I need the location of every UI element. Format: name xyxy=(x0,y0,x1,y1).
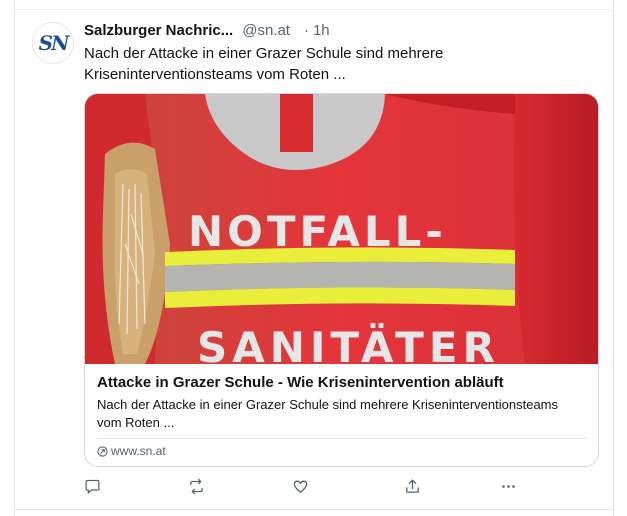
card-title[interactable]: Attacke in Grazer Schule - Wie Krisenint… xyxy=(97,374,504,391)
post-divider-top xyxy=(14,9,614,10)
repost-icon xyxy=(189,478,203,494)
author-handle[interactable]: @sn.at xyxy=(242,22,290,39)
share-icon xyxy=(405,478,419,493)
card-divider xyxy=(97,438,588,439)
avatar[interactable]: SN xyxy=(32,22,74,64)
card-domain-text: www.sn.at xyxy=(111,444,166,458)
timeline-border-right xyxy=(613,0,614,516)
card-body[interactable]: Attacke in Grazer Schule - Wie Krisenint… xyxy=(85,364,598,466)
post-text: Nach der Attacke in einer Grazer Schule … xyxy=(84,45,444,83)
avatar-logo: SN xyxy=(38,31,70,55)
heart-icon xyxy=(293,480,307,493)
post-divider-bottom xyxy=(14,509,614,510)
link-card[interactable]: NOTFALL- SANITÄTER Attacke in Grazer Sch… xyxy=(84,93,599,467)
share-button[interactable] xyxy=(402,476,422,496)
card-image: NOTFALL- SANITÄTER xyxy=(85,94,598,364)
repost-button[interactable] xyxy=(186,476,206,496)
card-domain[interactable]: www.sn.at xyxy=(97,444,166,458)
link-icon xyxy=(97,445,108,457)
card-description: Nach der Attacke in einer Grazer Schule … xyxy=(97,397,558,430)
more-options-button[interactable] xyxy=(498,476,518,496)
action-bar xyxy=(0,476,627,496)
like-button[interactable] xyxy=(290,476,310,496)
separator-dot: · xyxy=(303,21,309,39)
more-icon xyxy=(501,484,515,488)
reply-button[interactable] xyxy=(82,476,102,496)
post-timestamp[interactable]: 1h xyxy=(313,22,330,39)
reply-icon xyxy=(84,479,100,494)
author-name[interactable]: Salzburger Nachric... xyxy=(84,22,233,39)
image-text-top: NOTFALL- xyxy=(188,207,447,256)
image-text-bottom: SANITÄTER xyxy=(197,322,500,364)
post-header: Salzburger Nachric... @sn.at · 1h xyxy=(84,20,330,40)
timeline-border-left xyxy=(14,0,15,516)
